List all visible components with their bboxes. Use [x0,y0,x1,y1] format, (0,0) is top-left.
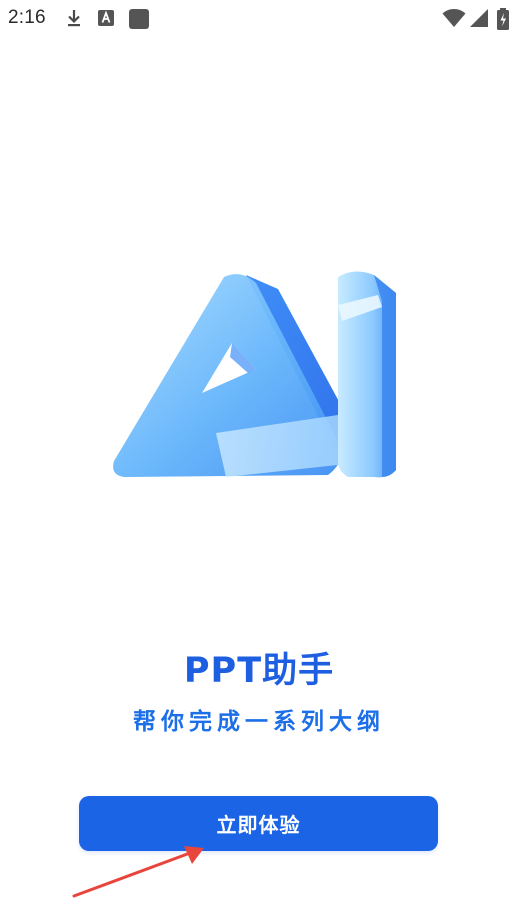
wifi-icon [442,9,466,27]
download-icon [68,10,80,27]
try-now-button-label: 立即体验 [216,813,301,837]
battery-icon [497,8,509,30]
app-subtitle: 帮你完成一系列大纲 [133,709,385,735]
ai-logo [113,271,396,478]
signal-icon [470,9,488,27]
status-time: 2:16 [8,7,46,28]
status-bar: 2:16 [0,0,518,36]
a-icon [98,10,114,26]
app-title: PPT助手 [183,651,335,691]
square-icon [129,9,149,29]
try-now-button[interactable]: 立即体验 [79,796,438,851]
